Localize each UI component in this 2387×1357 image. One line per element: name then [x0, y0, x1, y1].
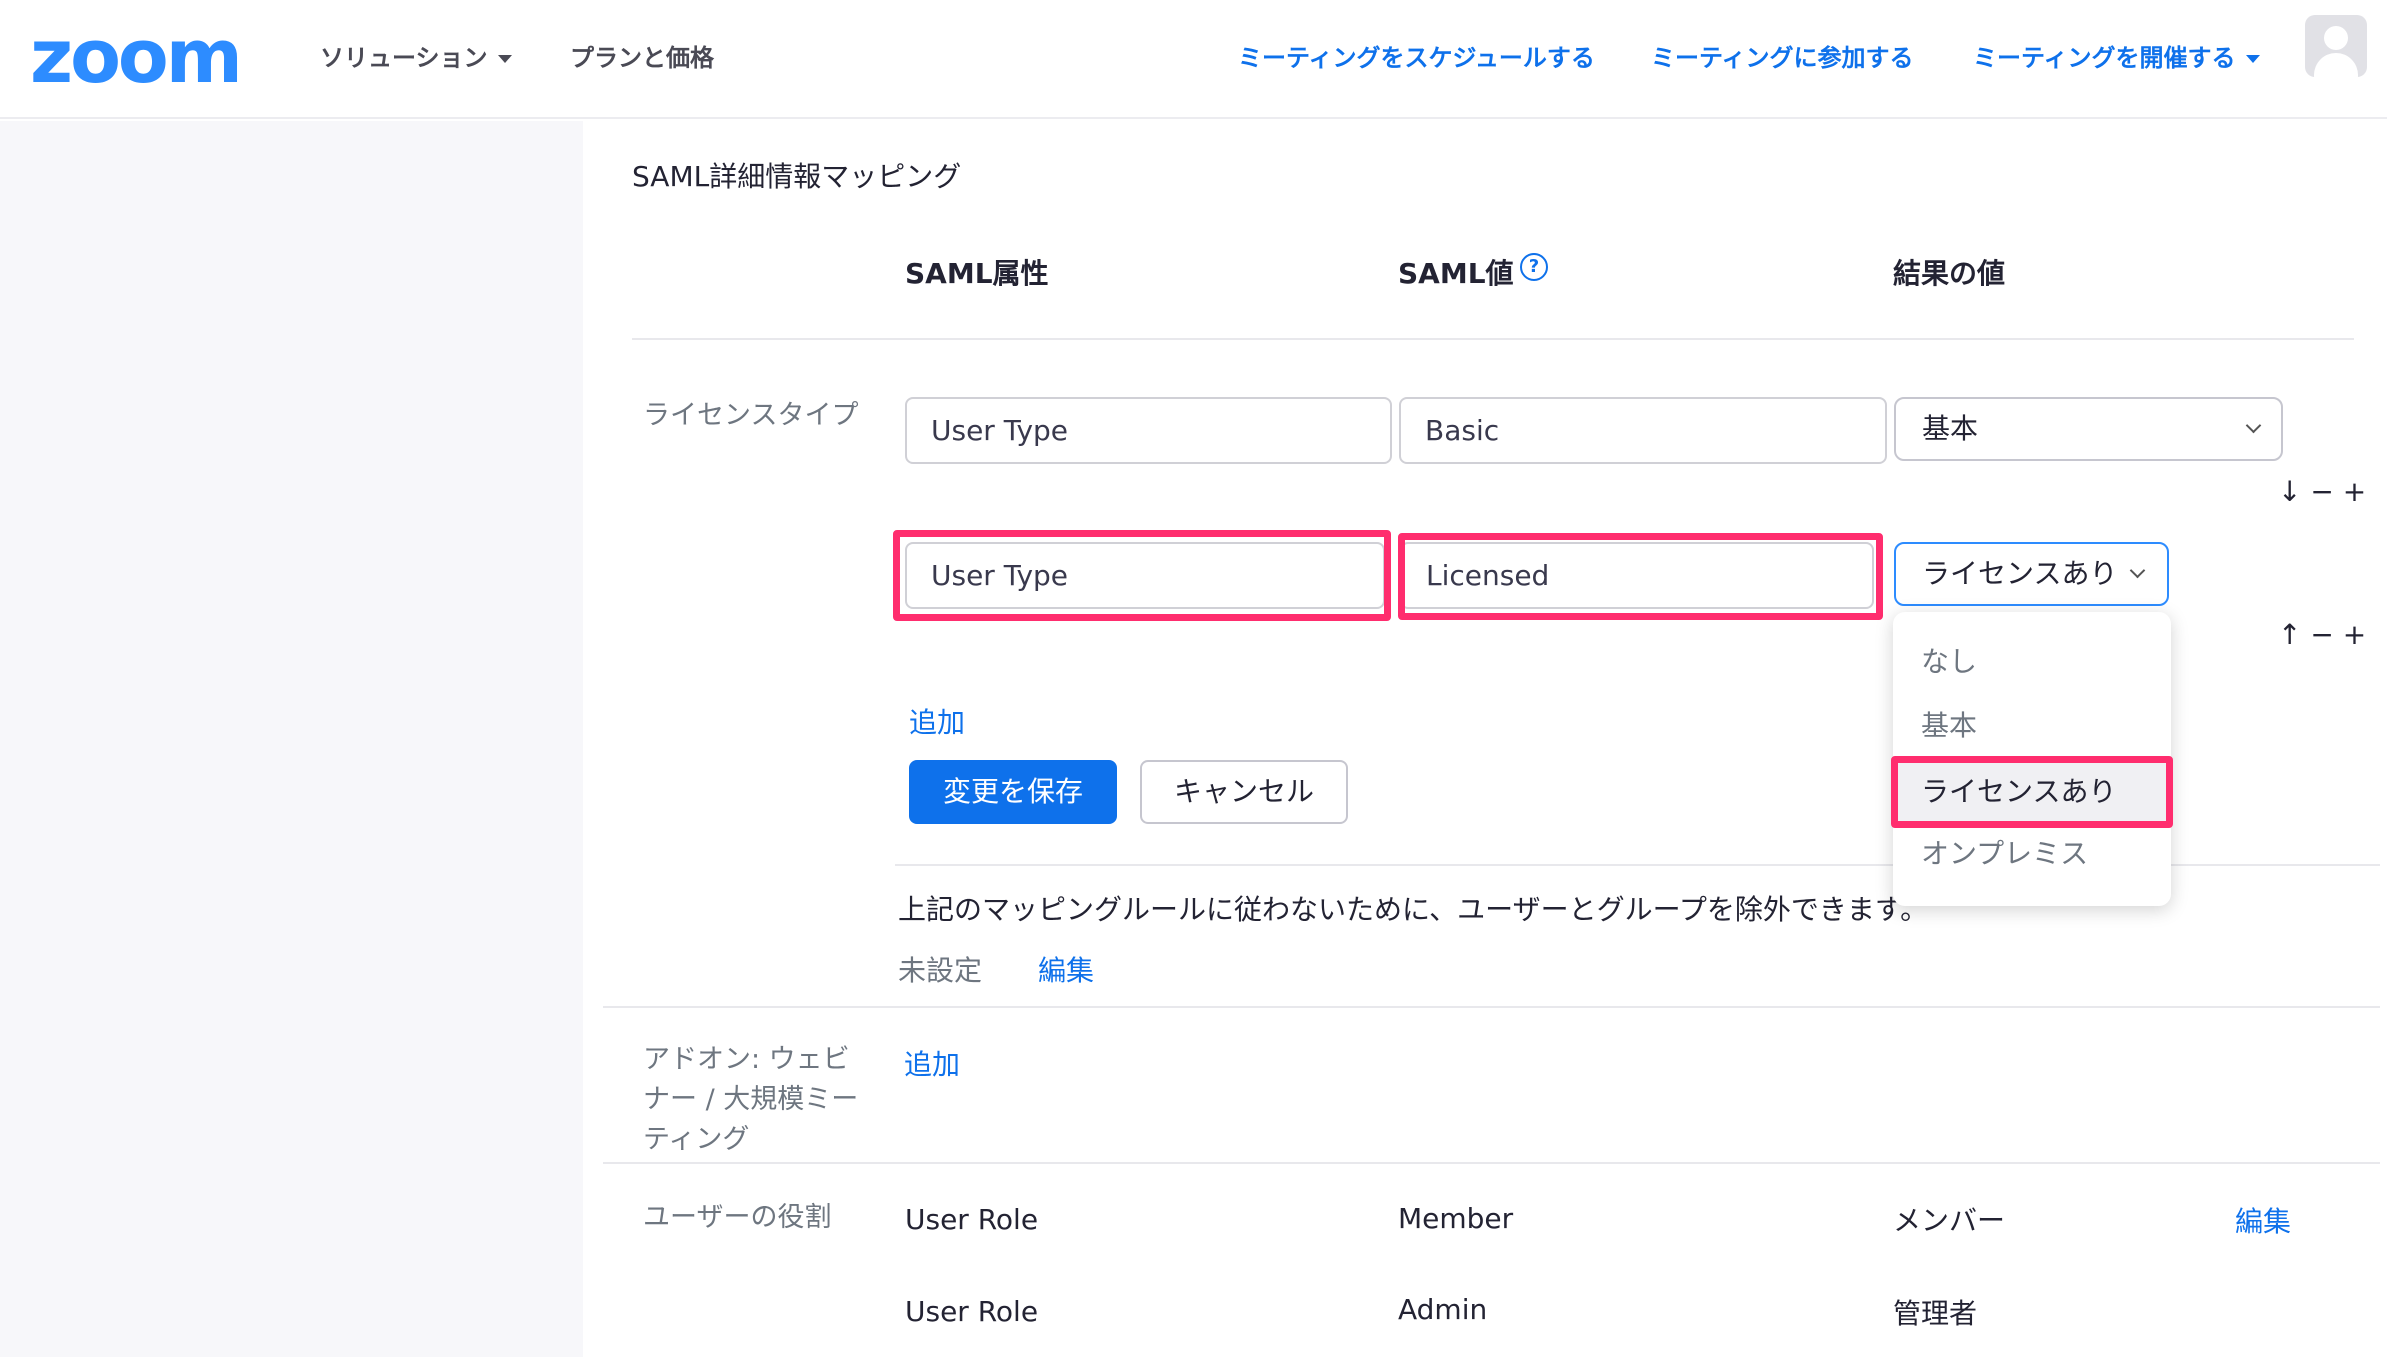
addon-label-line: ティング: [643, 1124, 750, 1155]
role-value: Member: [1398, 1202, 1514, 1235]
help-icon[interactable]: ?: [1520, 253, 1548, 281]
divider: [603, 1006, 2380, 1008]
nav-solutions-label: ソリューション: [320, 44, 488, 72]
edit-link[interactable]: 編集: [1038, 949, 1094, 989]
nav-solutions[interactable]: ソリューション: [320, 38, 512, 73]
divider: [603, 1162, 2380, 1164]
license-type-label: ライセンスタイプ: [643, 400, 859, 431]
row-controls-label: ↑ − +: [2278, 618, 2367, 651]
avatar[interactable]: [2305, 15, 2367, 77]
divider: [632, 338, 2354, 340]
row-controls[interactable]: ↑ − +: [2278, 620, 2366, 650]
exclusion-status: 未設定: [898, 954, 983, 987]
user-role-label: ユーザーの役割: [643, 1202, 832, 1233]
role-result: 管理者: [1893, 1297, 1978, 1330]
role-attribute: User Role: [905, 1295, 1039, 1328]
highlight-box: [1891, 756, 2173, 828]
highlight-box: [893, 530, 1391, 621]
nav-schedule-meeting[interactable]: ミーティングをスケジュールする: [1238, 38, 1595, 73]
dropdown-option[interactable]: なし: [1893, 630, 2171, 694]
nav-plans-pricing[interactable]: プランと価格: [570, 38, 714, 73]
nav-host-meeting-label: ミーティングを開催する: [1973, 44, 2236, 72]
result-value-select[interactable]: 基本: [1894, 397, 2283, 461]
role-result: メンバー: [1893, 1204, 2006, 1237]
sidebar: [0, 121, 583, 1357]
row-controls-label: ↓ − +: [2278, 475, 2367, 508]
avatar-body: [2314, 53, 2358, 77]
dropdown-option[interactable]: オンプレミス: [1893, 822, 2171, 886]
saml-attribute-input[interactable]: User Type: [905, 397, 1392, 464]
chevron-down-icon: [2245, 55, 2260, 63]
section-title: SAML詳細情報マッピング: [632, 160, 962, 193]
result-value-select[interactable]: ライセンスあり: [1894, 542, 2169, 606]
saml-value-input[interactable]: Basic: [1399, 397, 1887, 464]
nav-host-meeting[interactable]: ミーティングを開催する: [1973, 38, 2260, 73]
cancel-button[interactable]: キャンセル: [1140, 760, 1348, 824]
edit-link[interactable]: 編集: [2235, 1200, 2291, 1240]
addon-label-line: アドオン: ウェビ: [643, 1044, 850, 1075]
column-header-saml-attribute: SAML属性: [905, 257, 1049, 290]
zoom-logo[interactable]: zoom: [30, 14, 243, 100]
top-navigation-bar: zoom ソリューション プランと価格 ミーティングをスケジュールする ミーティ…: [0, 0, 2387, 119]
save-button[interactable]: 変更を保存: [909, 760, 1117, 824]
column-header-saml-value: SAML値: [1398, 257, 1514, 290]
chevron-down-icon: [497, 55, 512, 63]
role-attribute: User Role: [905, 1203, 1039, 1236]
dropdown-option[interactable]: 基本: [1893, 694, 2171, 758]
column-header-result-value: 結果の値: [1893, 257, 2006, 290]
addon-label-line: ナー / 大規模ミー: [643, 1084, 859, 1115]
result-value-select-label: 基本: [1922, 412, 1979, 445]
highlight-box: [1398, 533, 1883, 620]
result-value-select-label: ライセンスあり: [1922, 557, 2118, 590]
add-link[interactable]: 追加: [904, 1043, 960, 1083]
row-controls[interactable]: ↓ − +: [2278, 477, 2366, 507]
chevron-down-icon: [2245, 417, 2262, 434]
nav-join-meeting[interactable]: ミーティングに参加する: [1651, 38, 1914, 73]
chevron-down-icon: [2129, 562, 2146, 579]
role-value: Admin: [1398, 1293, 1488, 1326]
add-link[interactable]: 追加: [909, 701, 965, 741]
exclusion-text: 上記のマッピングルールに従わないために、ユーザーとグループを除外できます。: [898, 893, 1929, 926]
avatar-head: [2324, 26, 2348, 50]
